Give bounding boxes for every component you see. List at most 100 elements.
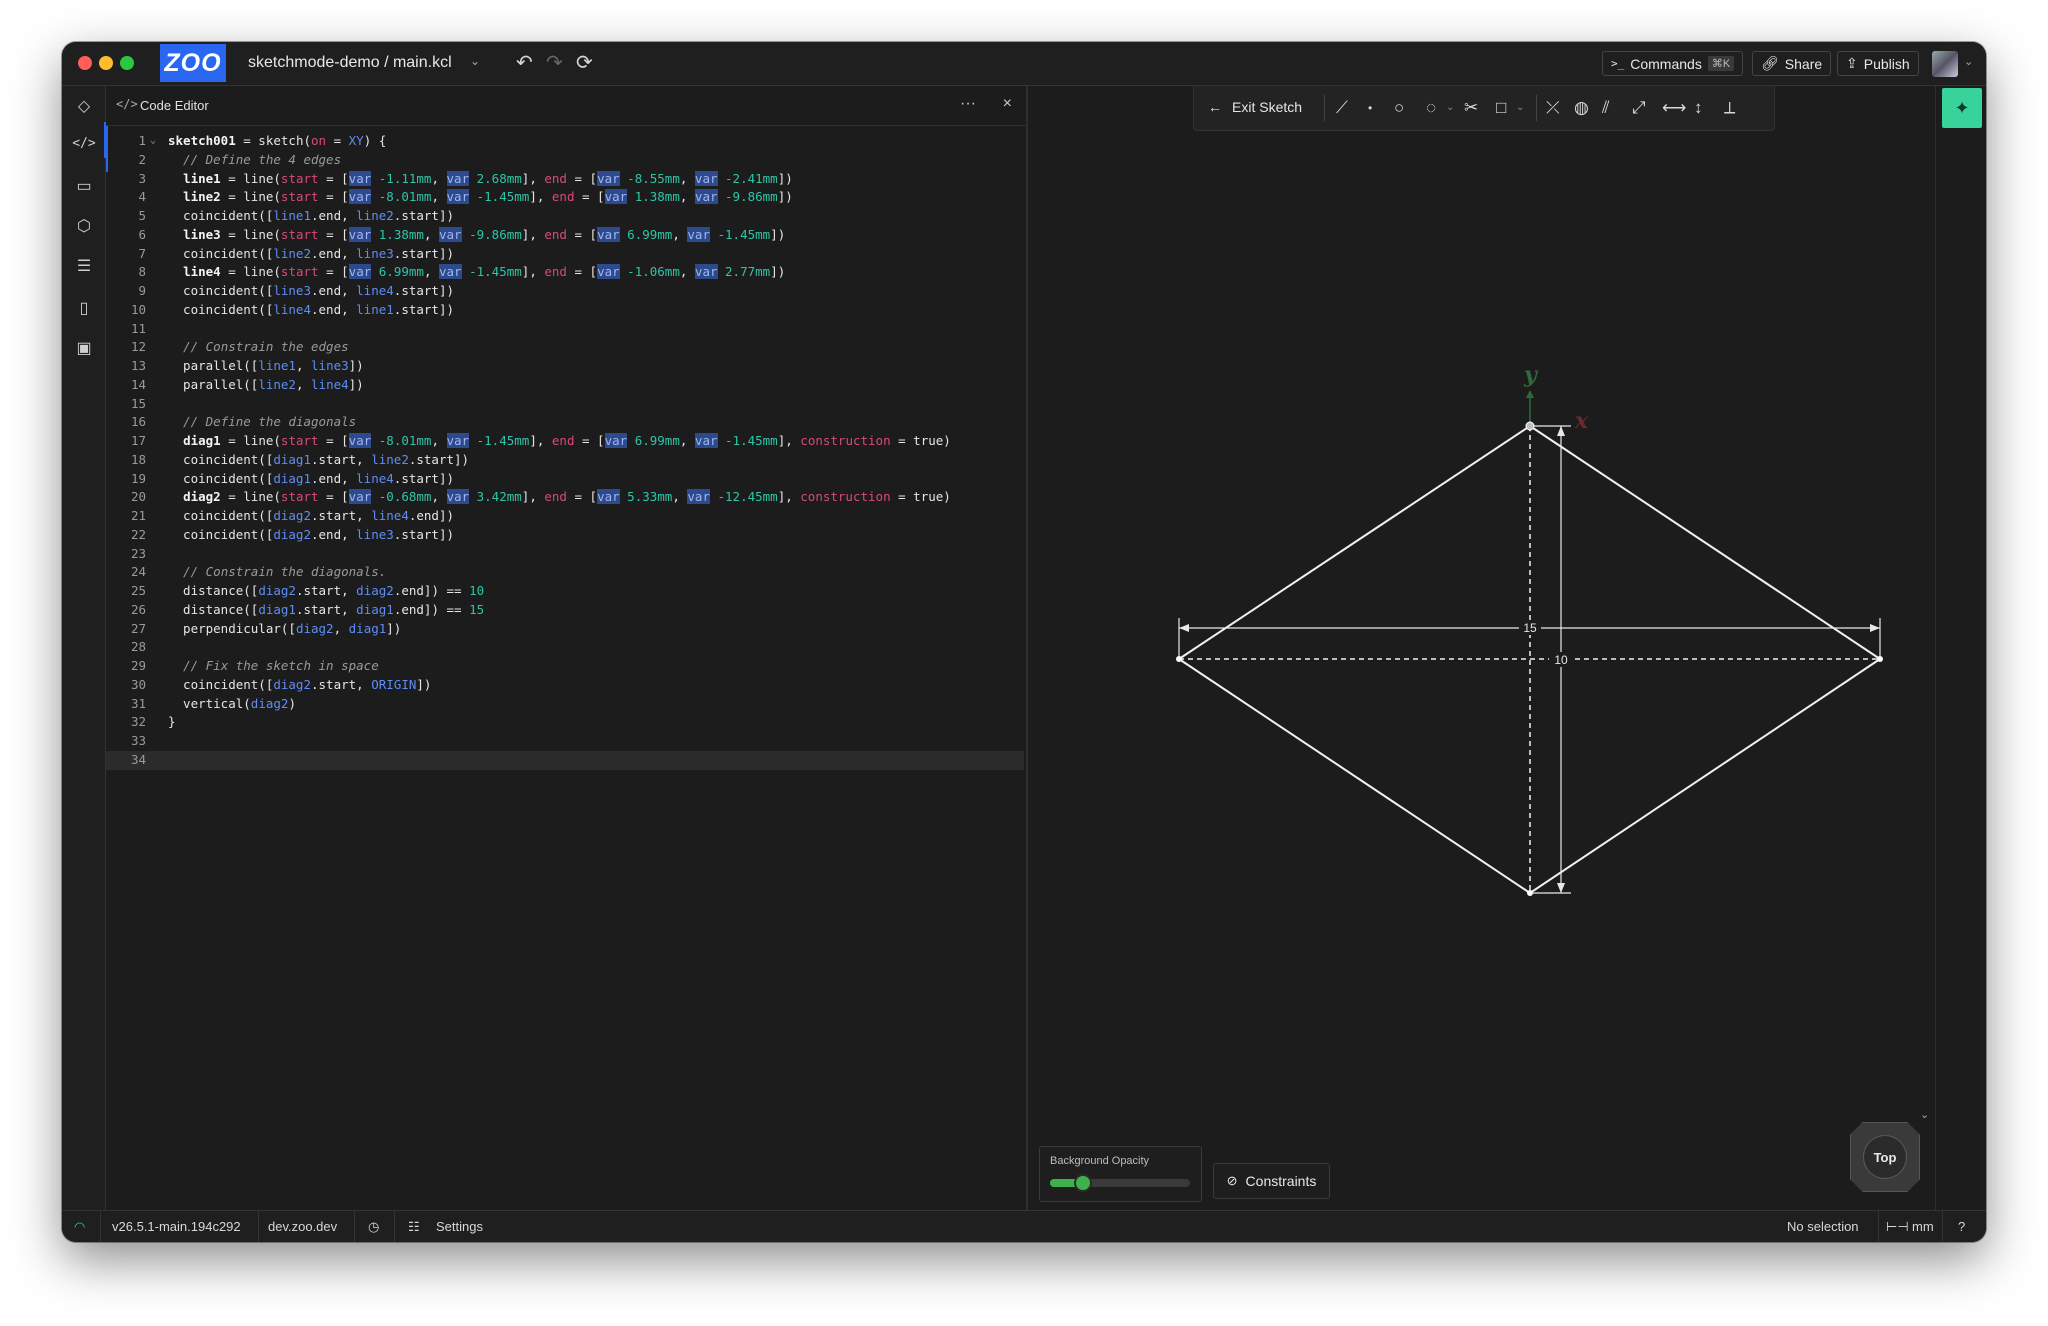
code-line[interactable]: 23 [106, 545, 1024, 564]
project-path[interactable]: sketchmode-demo / main.kcl [248, 54, 452, 72]
host-label[interactable]: dev.zoo.dev [268, 1211, 337, 1242]
scissors-icon[interactable]: ✂ [1464, 98, 1478, 118]
slider-thumb[interactable] [1074, 1174, 1092, 1192]
ruler-icon[interactable]: ⊢⊣ [1886, 1211, 1909, 1242]
code-line[interactable]: 10 coincident([line4.end, line1.start]) [106, 301, 1024, 320]
chevron-down-icon[interactable]: ⌄ [1516, 98, 1524, 118]
line2[interactable] [1178, 658, 1531, 894]
dimension-vertical-label[interactable]: 10 [1554, 653, 1568, 667]
code-line[interactable]: 4 line2 = line(start = [var -8.01mm, var… [106, 188, 1024, 207]
vertex-right[interactable] [1877, 656, 1883, 662]
code-line[interactable]: 12 // Constrain the edges [106, 338, 1024, 357]
code-line[interactable]: 18 coincident([diag1.start, line2.start]… [106, 451, 1024, 470]
vertex-bottom[interactable] [1527, 890, 1533, 896]
refresh-icon[interactable]: ⟳ [576, 52, 593, 74]
sketch-canvas[interactable]: y x 15 10 [1030, 86, 1935, 1210]
vertex-top[interactable] [1525, 421, 1535, 431]
maximize-window-button[interactable] [120, 56, 134, 70]
code-line[interactable]: 15 [106, 395, 1024, 414]
code-line[interactable]: 8 line4 = line(start = [var 6.99mm, var … [106, 263, 1024, 282]
code-line[interactable]: 11 [106, 320, 1024, 339]
perpendicular-constraint-icon[interactable]: ⟂ [1724, 98, 1735, 118]
chevron-down-icon[interactable]: ⌄ [1920, 1108, 1929, 1121]
tangent-constraint-icon[interactable]: ◍ [1574, 98, 1589, 118]
code-line[interactable]: 13 parallel([line1, line3]) [106, 357, 1024, 376]
code-line[interactable]: 3 line1 = line(start = [var -1.11mm, var… [106, 170, 1024, 189]
code-line[interactable]: 7 coincident([line2.end, line3.start]) [106, 245, 1024, 264]
code-line[interactable]: 20 diag2 = line(start = [var -0.68mm, va… [106, 488, 1024, 507]
version-label[interactable]: v26.5.1-main.194c292 [112, 1211, 241, 1242]
units-label[interactable]: mm [1912, 1211, 1934, 1242]
dimension-horizontal-label[interactable]: 15 [1523, 621, 1537, 635]
code-line[interactable]: 9 coincident([line3.end, line4.start]) [106, 282, 1024, 301]
horizontal-constraint-icon[interactable]: ⟷ [1662, 98, 1686, 118]
code-line[interactable]: 22 coincident([diag2.end, line3.start]) [106, 526, 1024, 545]
code-line[interactable]: 14 parallel([line2, line4]) [106, 376, 1024, 395]
code-line[interactable]: 34 [106, 750, 1024, 770]
undo-icon[interactable]: ↶ [516, 52, 533, 74]
exit-sketch-button[interactable]: ← Exit Sketch [1208, 99, 1302, 115]
layers-icon[interactable]: ◇ [62, 96, 106, 116]
fold-chevron-icon[interactable]: ⌄ [150, 132, 156, 151]
line-tool-icon[interactable]: ⟋ [1336, 98, 1348, 118]
code-line[interactable]: 28 [106, 638, 1024, 657]
more-options-button[interactable]: ··· [960, 95, 976, 113]
line1[interactable] [1178, 425, 1531, 660]
minimize-window-button[interactable] [99, 56, 113, 70]
coincident-constraint-icon[interactable]: ⤫ [1546, 98, 1560, 118]
code-line[interactable]: 19 coincident([diag1.end, line4.start]) [106, 470, 1024, 489]
code-line[interactable]: 24 // Constrain the diagonals. [106, 563, 1024, 582]
vertex-left[interactable] [1176, 656, 1182, 662]
code-line[interactable]: 29 // Fix the sketch in space [106, 657, 1024, 676]
line4[interactable] [1529, 425, 1881, 660]
code-line[interactable]: 5 coincident([line1.end, line2.start]) [106, 207, 1024, 226]
settings-label[interactable]: Settings [436, 1211, 483, 1242]
avatar[interactable] [1932, 51, 1958, 77]
code-token: var [348, 433, 372, 448]
chevron-down-icon[interactable]: ⌄ [1446, 98, 1454, 118]
folder-icon[interactable]: ▭ [62, 176, 106, 196]
circle-tool-icon[interactable]: ○ [1394, 98, 1404, 118]
help-button[interactable]: ? [1958, 1211, 1965, 1242]
code-line[interactable]: 33 [106, 732, 1024, 751]
code-line[interactable]: 25 distance([diag2.start, diag2.end]) ==… [106, 582, 1024, 601]
code-icon[interactable]: </> [62, 136, 106, 151]
point-tool-icon[interactable]: • [1368, 98, 1372, 118]
package-icon[interactable]: ⬡ [62, 216, 106, 236]
commands-button[interactable]: >_ Commands ⌘K [1602, 51, 1744, 76]
code-line[interactable]: 32} [106, 713, 1024, 732]
clock-icon[interactable]: ◷ [368, 1211, 379, 1242]
rectangle-tool-icon[interactable]: □ [1496, 98, 1506, 118]
close-editor-button[interactable]: × [1003, 95, 1012, 113]
publish-button[interactable]: ⇪ Publish [1837, 51, 1919, 76]
vertical-constraint-icon[interactable]: ↕ [1694, 98, 1703, 118]
code-line[interactable]: 2 // Define the 4 edges [106, 151, 1024, 170]
arc-tool-icon[interactable]: ◌ [1426, 98, 1436, 118]
redo-icon[interactable]: ↷ [546, 52, 563, 74]
code-line[interactable]: 1 ⌄ sketch001 = sketch(on = XY) { [106, 132, 1024, 151]
close-window-button[interactable] [78, 56, 92, 70]
code-line[interactable]: 16 // Define the diagonals [106, 413, 1024, 432]
distance-constraint-icon[interactable]: ⤢ [1632, 98, 1646, 118]
code-line[interactable]: 30 coincident([diag2.start, ORIGIN]) [106, 676, 1024, 695]
parallel-constraint-icon[interactable]: ⫽ [1602, 98, 1610, 118]
ai-assistant-icon[interactable]: ✦ [1942, 88, 1982, 128]
view-cube-face[interactable]: Top [1863, 1135, 1907, 1179]
zoo-logo[interactable]: ZOO [160, 44, 226, 82]
constraints-button[interactable]: ⊘ Constraints [1213, 1163, 1330, 1199]
share-button[interactable]: 🔗︎ Share [1752, 51, 1832, 76]
code-line[interactable]: 27 perpendicular([diag2, diag1]) [106, 620, 1024, 639]
chevron-down-icon[interactable]: ⌄ [1964, 55, 1973, 68]
wifi-icon[interactable]: ◠ [74, 1211, 85, 1242]
file-icon[interactable]: ▯ [62, 298, 106, 318]
code-line[interactable]: 21 coincident([diag2.start, line4.end]) [106, 507, 1024, 526]
line3[interactable] [1529, 658, 1881, 894]
code-line[interactable]: 6 line3 = line(start = [var 1.38mm, var … [106, 226, 1024, 245]
code-line[interactable]: 31 vertical(diag2) [106, 695, 1024, 714]
list-icon[interactable]: ☰ [62, 256, 106, 276]
save-icon[interactable]: ▣ [62, 338, 106, 358]
chevron-down-icon[interactable]: ⌄ [470, 54, 480, 68]
code-line[interactable]: 17 diag1 = line(start = [var -8.01mm, va… [106, 432, 1024, 451]
code-line[interactable]: 26 distance([diag1.start, diag1.end]) ==… [106, 601, 1024, 620]
code-text-area[interactable]: 1 ⌄ sketch001 = sketch(on = XY) {2 // Defi… [106, 132, 1024, 770]
